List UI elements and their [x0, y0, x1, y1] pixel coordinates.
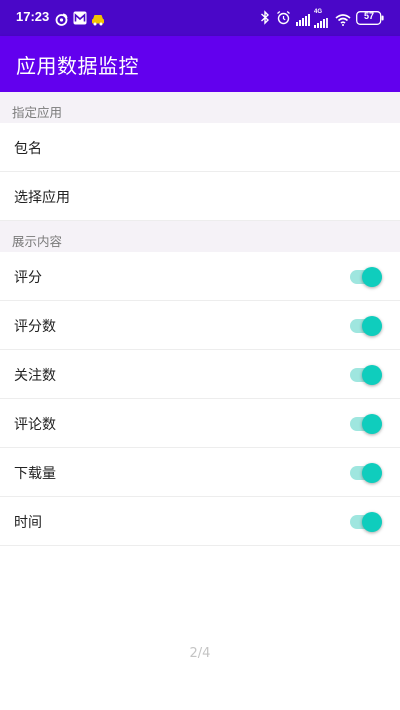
signal-icon — [314, 13, 328, 32]
select-app-item[interactable]: 选择应用 — [0, 172, 400, 221]
switch-thumb — [362, 316, 382, 336]
setting-row-follow-count[interactable]: 关注数 — [0, 350, 400, 399]
setting-row-downloads[interactable]: 下载量 — [0, 448, 400, 497]
toggle-switch[interactable] — [350, 316, 384, 336]
setting-label: 下载量 — [14, 466, 56, 482]
switch-thumb — [362, 512, 382, 532]
toggle-switch[interactable] — [350, 463, 384, 483]
setting-label: 时间 — [14, 515, 42, 531]
switch-thumb — [362, 463, 382, 483]
section-header-display: 展示内容 — [0, 221, 400, 252]
toggle-switch[interactable] — [350, 365, 384, 385]
status-bar: 17:23 4G 57 — [0, 0, 400, 36]
toggle-switch[interactable] — [350, 414, 384, 434]
app-bar: 应用数据监控 — [0, 36, 400, 92]
switch-thumb — [362, 267, 382, 287]
alarm-icon — [276, 10, 291, 29]
package-name-label: 包名 — [14, 141, 42, 157]
status-time: 17:23 — [16, 9, 50, 24]
setting-row-comment-count[interactable]: 评论数 — [0, 399, 400, 448]
setting-row-rating[interactable]: 评分 — [0, 252, 400, 301]
setting-label: 关注数 — [14, 368, 56, 384]
page-indicator: 2/4 — [189, 646, 211, 661]
switch-thumb — [362, 414, 382, 434]
section-header-app: 指定应用 — [0, 92, 400, 123]
package-name-item[interactable]: 包名 — [0, 123, 400, 172]
weibo-icon — [55, 11, 68, 30]
toggle-switch[interactable] — [350, 267, 384, 287]
page-title: 应用数据监控 — [16, 54, 139, 78]
setting-label: 评分 — [14, 270, 42, 286]
setting-label: 评论数 — [14, 417, 56, 433]
toggle-switch[interactable] — [350, 512, 384, 532]
mail-icon — [73, 10, 87, 29]
setting-label: 评分数 — [14, 319, 56, 335]
battery-level: 57 — [363, 11, 374, 21]
switch-thumb — [362, 365, 382, 385]
car-icon — [91, 11, 105, 30]
bluetooth-icon — [260, 10, 270, 29]
wifi-icon — [335, 11, 351, 30]
setting-row-time[interactable]: 时间 — [0, 497, 400, 546]
signal-icon — [296, 11, 310, 30]
select-app-label: 选择应用 — [14, 190, 70, 206]
setting-row-rating-count[interactable]: 评分数 — [0, 301, 400, 350]
